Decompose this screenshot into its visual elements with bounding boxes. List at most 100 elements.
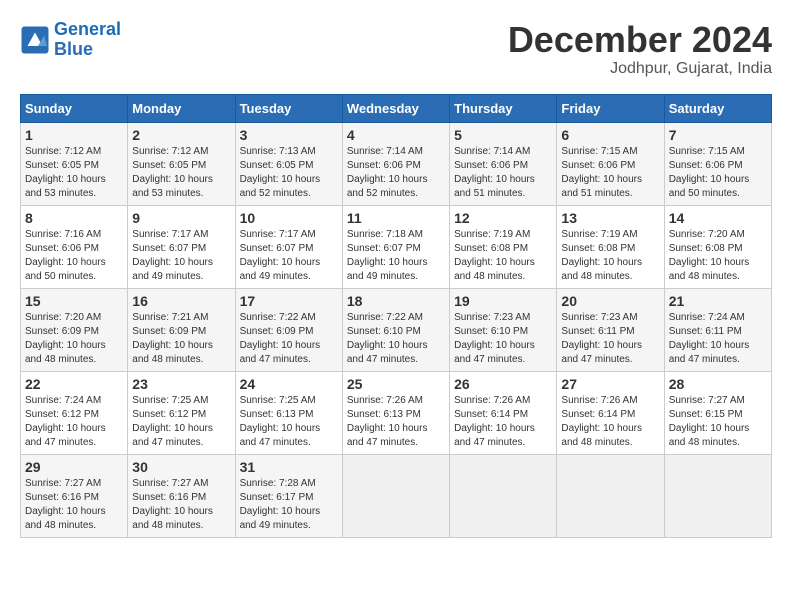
title-block: December 2024 Jodhpur, Gujarat, India bbox=[508, 20, 772, 78]
table-row: 10Sunrise: 7:17 AM Sunset: 6:07 PM Dayli… bbox=[235, 205, 342, 288]
day-number: 25 bbox=[347, 376, 445, 392]
day-number: 22 bbox=[25, 376, 123, 392]
day-info: Sunrise: 7:15 AM Sunset: 6:06 PM Dayligh… bbox=[669, 145, 767, 201]
day-info: Sunrise: 7:27 AM Sunset: 6:15 PM Dayligh… bbox=[669, 394, 767, 450]
month-title: December 2024 bbox=[508, 20, 772, 60]
day-info: Sunrise: 7:26 AM Sunset: 6:13 PM Dayligh… bbox=[347, 394, 445, 450]
day-info: Sunrise: 7:17 AM Sunset: 6:07 PM Dayligh… bbox=[240, 228, 338, 284]
day-number: 16 bbox=[132, 293, 230, 309]
day-number: 28 bbox=[669, 376, 767, 392]
day-number: 31 bbox=[240, 459, 338, 475]
day-info: Sunrise: 7:19 AM Sunset: 6:08 PM Dayligh… bbox=[454, 228, 552, 284]
day-number: 13 bbox=[561, 210, 659, 226]
day-number: 3 bbox=[240, 127, 338, 143]
day-info: Sunrise: 7:14 AM Sunset: 6:06 PM Dayligh… bbox=[454, 145, 552, 201]
calendar-row: 8 Sunrise: 7:16 AM Sunset: 6:06 PM Daylig… bbox=[21, 205, 772, 288]
day-info: Sunrise: 7:14 AM Sunset: 6:06 PM Dayligh… bbox=[347, 145, 445, 201]
day-info: Sunrise: 7:16 AM Sunset: 6:06 PM Dayligh… bbox=[25, 228, 123, 284]
logo-line2: Blue bbox=[54, 39, 93, 59]
day-info: Sunrise: 7:13 AM Sunset: 6:05 PM Dayligh… bbox=[240, 145, 338, 201]
day-info: Sunrise: 7:28 AM Sunset: 6:17 PM Dayligh… bbox=[240, 477, 338, 533]
table-row: 29 Sunrise: 7:27 AM Sunset: 6:16 PM Dayli… bbox=[21, 454, 128, 537]
table-row: 28 Sunrise: 7:27 AM Sunset: 6:15 PM Dayli… bbox=[664, 371, 771, 454]
logo: General Blue bbox=[20, 20, 121, 60]
logo-line1: General bbox=[54, 19, 121, 39]
calendar-table: Sunday Monday Tuesday Wednesday Thursday… bbox=[20, 94, 772, 538]
day-number: 20 bbox=[561, 293, 659, 309]
calendar-row: 15 Sunrise: 7:20 AM Sunset: 6:09 PM Dayli… bbox=[21, 288, 772, 371]
day-number: 18 bbox=[347, 293, 445, 309]
table-row: 12 Sunrise: 7:19 AM Sunset: 6:08 PM Dayli… bbox=[450, 205, 557, 288]
table-row: 9Sunrise: 7:17 AM Sunset: 6:07 PM Daylig… bbox=[128, 205, 235, 288]
table-row: 26 Sunrise: 7:26 AM Sunset: 6:14 PM Dayli… bbox=[450, 371, 557, 454]
day-number: 21 bbox=[669, 293, 767, 309]
table-row: 1Sunrise: 7:12 AM Sunset: 6:05 PM Daylig… bbox=[21, 122, 128, 205]
calendar-body: 1Sunrise: 7:12 AM Sunset: 6:05 PM Daylig… bbox=[21, 122, 772, 537]
day-info: Sunrise: 7:23 AM Sunset: 6:10 PM Dayligh… bbox=[454, 311, 552, 367]
table-row: 2Sunrise: 7:12 AM Sunset: 6:05 PM Daylig… bbox=[128, 122, 235, 205]
table-row: 20 Sunrise: 7:23 AM Sunset: 6:11 PM Dayli… bbox=[557, 288, 664, 371]
table-row: 15 Sunrise: 7:20 AM Sunset: 6:09 PM Dayli… bbox=[21, 288, 128, 371]
day-number: 5 bbox=[454, 127, 552, 143]
table-row: 25 Sunrise: 7:26 AM Sunset: 6:13 PM Dayli… bbox=[342, 371, 449, 454]
calendar-row: 29 Sunrise: 7:27 AM Sunset: 6:16 PM Dayli… bbox=[21, 454, 772, 537]
day-info: Sunrise: 7:23 AM Sunset: 6:11 PM Dayligh… bbox=[561, 311, 659, 367]
day-number: 19 bbox=[454, 293, 552, 309]
table-row: 19 Sunrise: 7:23 AM Sunset: 6:10 PM Dayli… bbox=[450, 288, 557, 371]
logo-icon bbox=[20, 25, 50, 55]
day-number: 26 bbox=[454, 376, 552, 392]
day-number: 14 bbox=[669, 210, 767, 226]
day-number: 12 bbox=[454, 210, 552, 226]
table-row bbox=[450, 454, 557, 537]
day-number: 2 bbox=[132, 127, 230, 143]
day-number: 1 bbox=[25, 127, 123, 143]
day-number: 4 bbox=[347, 127, 445, 143]
table-row bbox=[342, 454, 449, 537]
table-row: 16 Sunrise: 7:21 AM Sunset: 6:09 PM Dayli… bbox=[128, 288, 235, 371]
table-row: 21 Sunrise: 7:24 AM Sunset: 6:11 PM Dayli… bbox=[664, 288, 771, 371]
day-info: Sunrise: 7:25 AM Sunset: 6:13 PM Dayligh… bbox=[240, 394, 338, 450]
day-number: 24 bbox=[240, 376, 338, 392]
col-tuesday: Tuesday bbox=[235, 94, 342, 122]
table-row: 31 Sunrise: 7:28 AM Sunset: 6:17 PM Dayli… bbox=[235, 454, 342, 537]
day-number: 17 bbox=[240, 293, 338, 309]
day-info: Sunrise: 7:25 AM Sunset: 6:12 PM Dayligh… bbox=[132, 394, 230, 450]
day-info: Sunrise: 7:21 AM Sunset: 6:09 PM Dayligh… bbox=[132, 311, 230, 367]
table-row: 24 Sunrise: 7:25 AM Sunset: 6:13 PM Dayli… bbox=[235, 371, 342, 454]
day-info: Sunrise: 7:27 AM Sunset: 6:16 PM Dayligh… bbox=[132, 477, 230, 533]
table-row: 30Sunrise: 7:27 AM Sunset: 6:16 PM Dayli… bbox=[128, 454, 235, 537]
table-row: 4 Sunrise: 7:14 AM Sunset: 6:06 PM Daylig… bbox=[342, 122, 449, 205]
table-row: 11Sunrise: 7:18 AM Sunset: 6:07 PM Dayli… bbox=[342, 205, 449, 288]
calendar-row: 1Sunrise: 7:12 AM Sunset: 6:05 PM Daylig… bbox=[21, 122, 772, 205]
table-row bbox=[557, 454, 664, 537]
table-row: 23Sunrise: 7:25 AM Sunset: 6:12 PM Dayli… bbox=[128, 371, 235, 454]
col-monday: Monday bbox=[128, 94, 235, 122]
table-row: 5 Sunrise: 7:14 AM Sunset: 6:06 PM Daylig… bbox=[450, 122, 557, 205]
day-number: 29 bbox=[25, 459, 123, 475]
day-info: Sunrise: 7:18 AM Sunset: 6:07 PM Dayligh… bbox=[347, 228, 445, 284]
header-row: Sunday Monday Tuesday Wednesday Thursday… bbox=[21, 94, 772, 122]
table-row: 8 Sunrise: 7:16 AM Sunset: 6:06 PM Daylig… bbox=[21, 205, 128, 288]
col-thursday: Thursday bbox=[450, 94, 557, 122]
table-row: 3 Sunrise: 7:13 AM Sunset: 6:05 PM Daylig… bbox=[235, 122, 342, 205]
table-row bbox=[664, 454, 771, 537]
day-number: 8 bbox=[25, 210, 123, 226]
day-info: Sunrise: 7:24 AM Sunset: 6:11 PM Dayligh… bbox=[669, 311, 767, 367]
day-info: Sunrise: 7:17 AM Sunset: 6:07 PM Dayligh… bbox=[132, 228, 230, 284]
calendar-row: 22 Sunrise: 7:24 AM Sunset: 6:12 PM Dayli… bbox=[21, 371, 772, 454]
day-number: 27 bbox=[561, 376, 659, 392]
day-info: Sunrise: 7:19 AM Sunset: 6:08 PM Dayligh… bbox=[561, 228, 659, 284]
day-number: 15 bbox=[25, 293, 123, 309]
day-info: Sunrise: 7:22 AM Sunset: 6:10 PM Dayligh… bbox=[347, 311, 445, 367]
day-info: Sunrise: 7:24 AM Sunset: 6:12 PM Dayligh… bbox=[25, 394, 123, 450]
table-row: 13 Sunrise: 7:19 AM Sunset: 6:08 PM Dayli… bbox=[557, 205, 664, 288]
col-sunday: Sunday bbox=[21, 94, 128, 122]
day-info: Sunrise: 7:15 AM Sunset: 6:06 PM Dayligh… bbox=[561, 145, 659, 201]
table-row: 27Sunrise: 7:26 AM Sunset: 6:14 PM Dayli… bbox=[557, 371, 664, 454]
page-header: General Blue December 2024 Jodhpur, Guja… bbox=[20, 20, 772, 78]
table-row: 7Sunrise: 7:15 AM Sunset: 6:06 PM Daylig… bbox=[664, 122, 771, 205]
day-info: Sunrise: 7:26 AM Sunset: 6:14 PM Dayligh… bbox=[454, 394, 552, 450]
day-info: Sunrise: 7:20 AM Sunset: 6:08 PM Dayligh… bbox=[669, 228, 767, 284]
day-info: Sunrise: 7:27 AM Sunset: 6:16 PM Dayligh… bbox=[25, 477, 123, 533]
day-info: Sunrise: 7:20 AM Sunset: 6:09 PM Dayligh… bbox=[25, 311, 123, 367]
